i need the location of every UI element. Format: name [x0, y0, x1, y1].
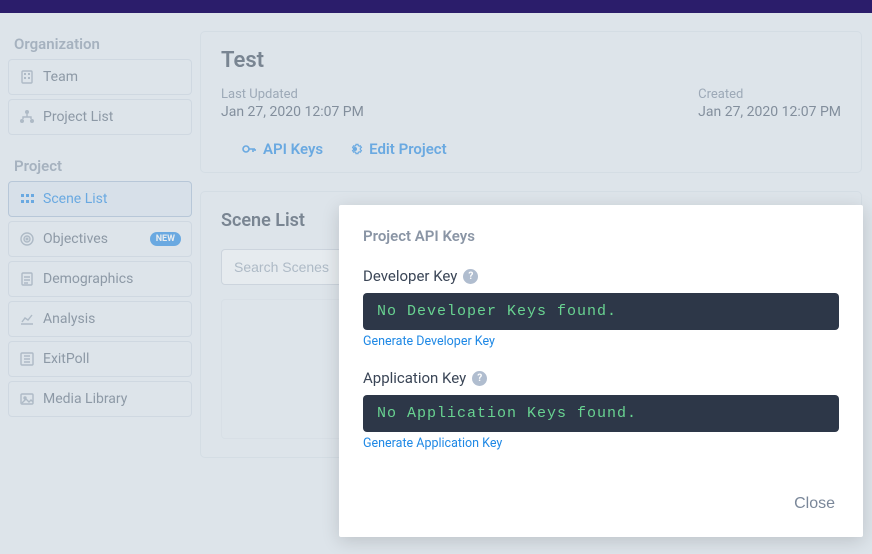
last-updated-value: Jan 27, 2020 12:07 PM — [221, 104, 364, 120]
help-icon[interactable]: ? — [472, 371, 487, 386]
sidebar-item-media-library[interactable]: Media Library — [8, 381, 192, 417]
top-bar — [0, 0, 872, 13]
key-icon — [241, 141, 257, 157]
image-icon — [19, 391, 35, 407]
grid-icon — [19, 191, 35, 207]
nav-label: Project List — [43, 109, 113, 125]
api-keys-link[interactable]: API Keys — [241, 140, 323, 158]
list-icon — [19, 351, 35, 367]
edit-project-link[interactable]: Edit Project — [347, 140, 447, 158]
sidebar: Organization Team Project List Project S… — [0, 13, 200, 554]
clipboard-icon — [19, 271, 35, 287]
sidebar-item-analysis[interactable]: Analysis — [8, 301, 192, 337]
chart-icon — [19, 311, 35, 327]
nav-label: Demographics — [43, 271, 133, 287]
last-updated-label: Last Updated — [221, 87, 364, 102]
application-key-box: No Application Keys found. — [363, 395, 839, 432]
building-icon — [19, 69, 35, 85]
sidebar-item-scene-list[interactable]: Scene List — [8, 181, 192, 217]
sidebar-item-project-list[interactable]: Project List — [8, 99, 192, 135]
created-value: Jan 27, 2020 12:07 PM — [698, 104, 841, 120]
generate-application-key-link[interactable]: Generate Application Key — [363, 436, 502, 451]
api-keys-modal: Project API Keys Developer Key ? No Deve… — [339, 205, 863, 537]
application-key-label: Application Key ? — [363, 369, 839, 387]
created-label: Created — [698, 87, 841, 102]
project-header-card: Test Last Updated Jan 27, 2020 12:07 PM … — [200, 31, 862, 173]
nav-label: Media Library — [43, 391, 127, 407]
edit-project-label: Edit Project — [369, 140, 447, 158]
developer-key-box: No Developer Keys found. — [363, 293, 839, 330]
developer-key-label: Developer Key ? — [363, 267, 839, 285]
nav-label: Team — [43, 69, 78, 85]
section-title-project: Project — [8, 149, 192, 181]
api-keys-label: API Keys — [263, 140, 323, 158]
gear-icon — [347, 141, 363, 157]
sidebar-item-objectives[interactable]: Objectives NEW — [8, 221, 192, 257]
target-icon — [19, 231, 35, 247]
generate-developer-key-link[interactable]: Generate Developer Key — [363, 334, 495, 349]
sitemap-icon — [19, 109, 35, 125]
project-title: Test — [221, 48, 841, 73]
modal-title: Project API Keys — [363, 227, 839, 245]
help-icon[interactable]: ? — [463, 269, 478, 284]
section-title-organization: Organization — [8, 27, 192, 59]
nav-label: Scene List — [43, 191, 107, 207]
sidebar-item-demographics[interactable]: Demographics — [8, 261, 192, 297]
new-badge: NEW — [150, 232, 181, 246]
nav-label: Analysis — [43, 311, 95, 327]
close-button[interactable]: Close — [790, 489, 839, 519]
sidebar-item-exitpoll[interactable]: ExitPoll — [8, 341, 192, 377]
nav-label: ExitPoll — [43, 351, 89, 367]
nav-label: Objectives — [43, 231, 108, 247]
sidebar-item-team[interactable]: Team — [8, 59, 192, 95]
